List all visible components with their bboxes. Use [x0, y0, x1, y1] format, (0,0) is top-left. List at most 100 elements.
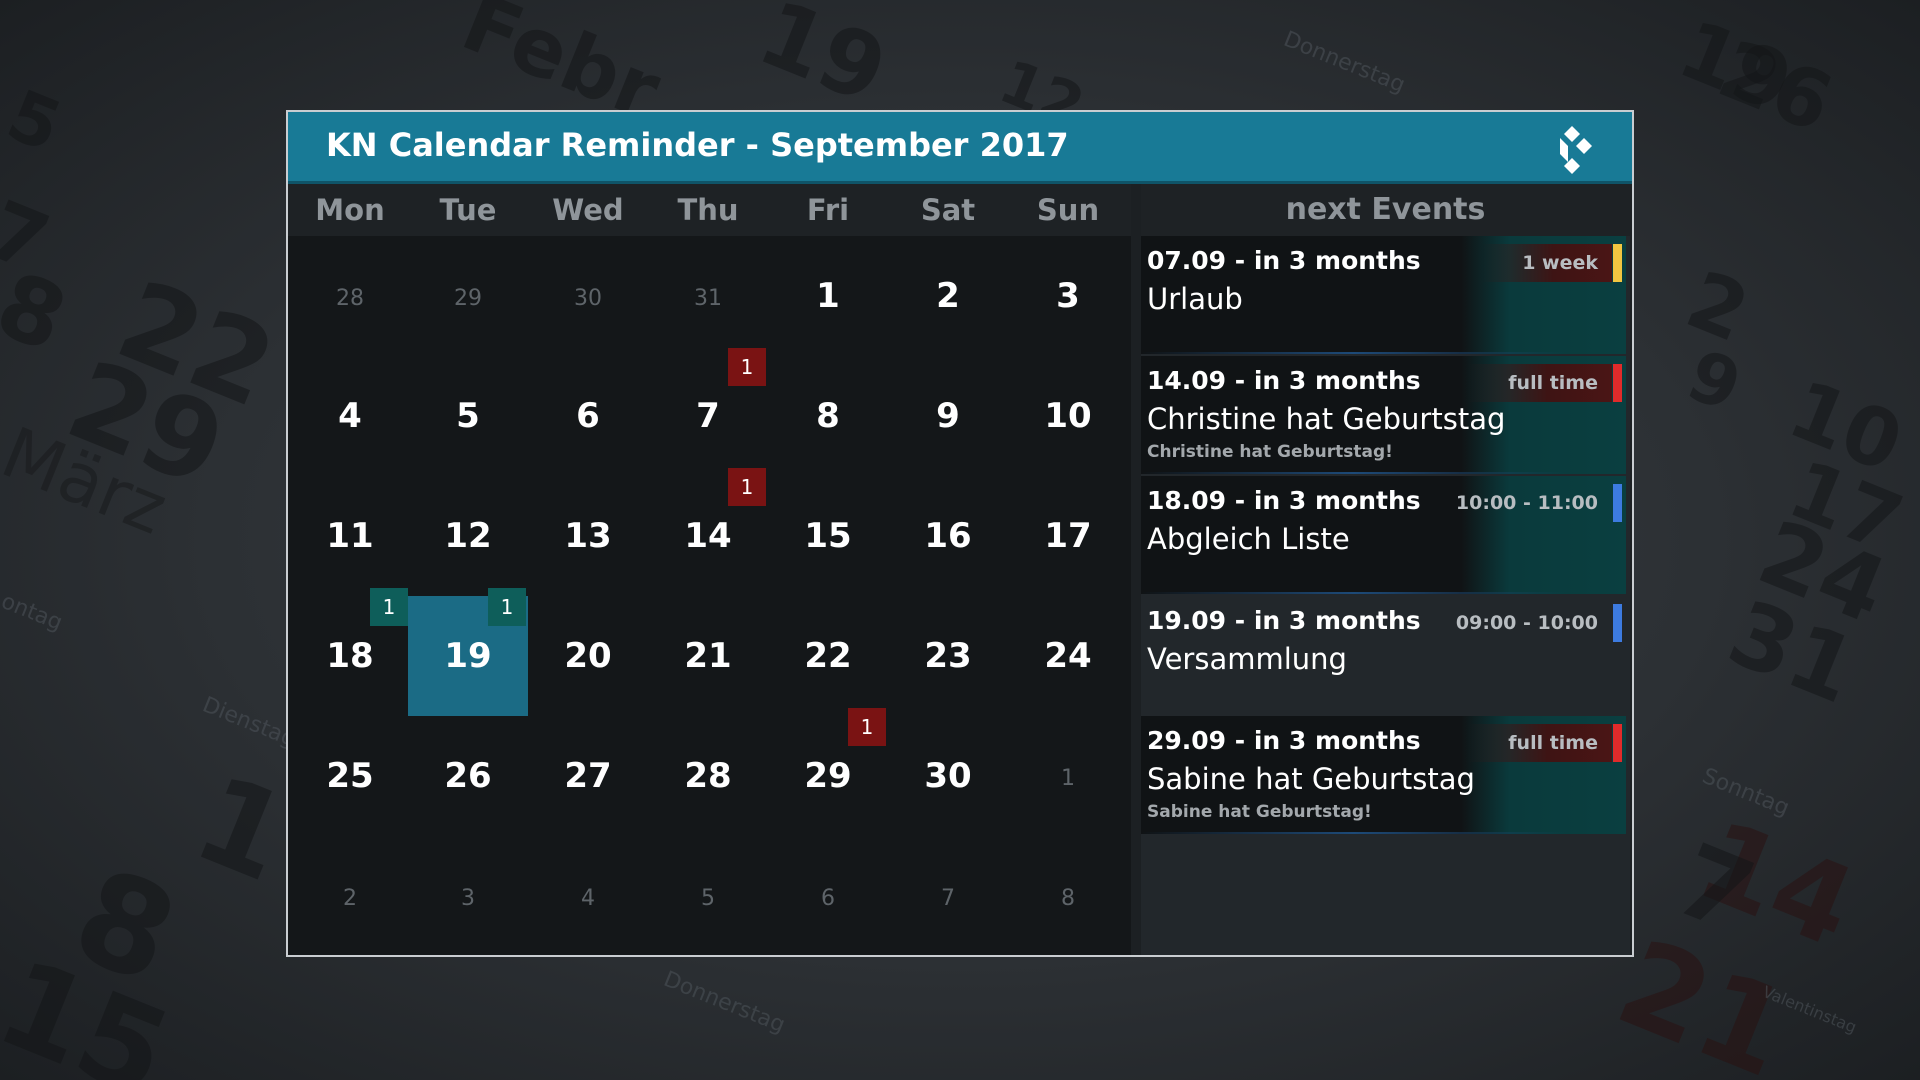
day-number: 16: [924, 516, 972, 556]
event-item[interactable]: 18.09 - in 3 months Abgleich Liste 10:00 -…: [1141, 476, 1626, 594]
day-cell[interactable]: 8: [1008, 836, 1128, 956]
event-separator: [1141, 352, 1566, 354]
day-cell[interactable]: 8: [768, 356, 888, 476]
day-cell[interactable]: 27: [528, 716, 648, 836]
day-cell-today[interactable]: 19 1: [408, 588, 528, 716]
day-cell[interactable]: 28: [648, 716, 768, 836]
day-number: 4: [338, 396, 362, 436]
calendar-dialog: KN Calendar Reminder - September 2017 Mo…: [286, 110, 1634, 957]
day-cell[interactable]: 5: [408, 356, 528, 476]
day-cell[interactable]: 2: [290, 836, 410, 956]
event-date: 19.09 - in 3 months: [1147, 606, 1421, 635]
next-events-panel: next Events 07.09 - in 3 months Urlaub 1 w…: [1141, 184, 1630, 955]
day-number: 15: [804, 516, 852, 556]
event-color-bar: [1613, 244, 1622, 282]
day-cell[interactable]: 2: [888, 236, 1008, 356]
event-separator: [1141, 592, 1566, 594]
day-cell[interactable]: 18 1: [290, 588, 410, 716]
day-number: 2: [343, 886, 357, 911]
day-number: 11: [326, 516, 374, 556]
day-cell[interactable]: 1: [1008, 716, 1128, 836]
day-cell[interactable]: 4: [290, 356, 410, 476]
event-date: 29.09 - in 3 months: [1147, 726, 1421, 755]
event-count-badge: 1: [728, 468, 766, 506]
day-number: 29: [804, 756, 852, 796]
day-number: 20: [564, 636, 612, 676]
event-item[interactable]: 07.09 - in 3 months Urlaub 1 week: [1141, 236, 1626, 354]
day-cell[interactable]: 3: [1008, 236, 1128, 356]
day-number: 13: [564, 516, 612, 556]
day-cell[interactable]: 1: [768, 236, 888, 356]
weekday-label: Wed: [552, 193, 624, 227]
day-number: 9: [936, 396, 960, 436]
day-cell[interactable]: 12: [408, 476, 528, 596]
day-cell[interactable]: 26: [408, 716, 528, 836]
day-cell[interactable]: 22: [768, 596, 888, 716]
weekday-label: Tue: [439, 193, 497, 227]
day-number: 29: [454, 286, 482, 311]
day-cell[interactable]: 30: [888, 716, 1008, 836]
day-cell[interactable]: 23: [888, 596, 1008, 716]
event-description: Christine hat Geburtstag!: [1147, 442, 1393, 462]
day-cell[interactable]: 6: [528, 356, 648, 476]
weekday-label: Sat: [920, 193, 976, 227]
event-item[interactable]: 19.09 - in 3 months Versammlung 09:00 - 10…: [1141, 596, 1626, 714]
day-cell[interactable]: 15: [768, 476, 888, 596]
day-cell[interactable]: 21: [648, 596, 768, 716]
event-item[interactable]: 29.09 - in 3 months Sabine hat Geburtstag…: [1141, 716, 1626, 834]
event-date: 14.09 - in 3 months: [1147, 366, 1421, 395]
day-cell[interactable]: 9: [888, 356, 1008, 476]
event-color-bar: [1613, 364, 1622, 402]
event-count-badge: 1: [488, 588, 526, 626]
event-title: Urlaub: [1147, 282, 1243, 316]
day-number: 26: [444, 756, 492, 796]
day-number: 24: [1044, 636, 1092, 676]
day-cell[interactable]: 5: [648, 836, 768, 956]
day-number: 30: [924, 756, 972, 796]
day-cell[interactable]: 14 1: [648, 468, 768, 596]
day-cell[interactable]: 29: [408, 236, 528, 356]
day-cell[interactable]: 13: [528, 476, 648, 596]
event-duration-label: 09:00 - 10:00: [1455, 612, 1598, 634]
day-number: 1: [816, 276, 840, 316]
day-cell[interactable]: 16: [888, 476, 1008, 596]
event-date: 07.09 - in 3 months: [1147, 246, 1421, 275]
day-cell[interactable]: 17: [1008, 476, 1128, 596]
day-cell[interactable]: 10: [1008, 356, 1128, 476]
month-grid: Mon Tue Wed Thu Fri Sat Sun 28 29 30 31 1 2 3 4 5 6 7 1 8 9…: [288, 184, 1131, 955]
day-number: 19: [444, 636, 492, 676]
day-number: 23: [924, 636, 972, 676]
event-color-bar: [1613, 604, 1622, 642]
day-cell[interactable]: 4: [528, 836, 648, 956]
day-number: 7: [696, 396, 720, 436]
day-cell[interactable]: 71: [648, 348, 768, 476]
day-cell[interactable]: 28: [290, 236, 410, 356]
day-number: 30: [574, 286, 602, 311]
day-cell[interactable]: 6: [768, 836, 888, 956]
day-cell[interactable]: 24: [1008, 596, 1128, 716]
day-cell[interactable]: 29 1: [768, 708, 888, 836]
weekday-label: Mon: [315, 193, 385, 227]
day-number: 3: [1056, 276, 1080, 316]
day-number: 12: [444, 516, 492, 556]
day-number: 5: [456, 396, 480, 436]
day-number: 6: [821, 886, 835, 911]
day-cell[interactable]: 3: [408, 836, 528, 956]
day-number: 28: [336, 286, 364, 311]
day-cell[interactable]: 31: [648, 236, 768, 356]
event-duration-label: full time: [1468, 364, 1612, 402]
window-title: KN Calendar Reminder - September 2017: [326, 126, 1069, 164]
event-item[interactable]: 14.09 - in 3 months Christine hat Geburts…: [1141, 356, 1626, 474]
day-cell[interactable]: 20: [528, 596, 648, 716]
day-number: 6: [576, 396, 600, 436]
day-cell[interactable]: 30: [528, 236, 648, 356]
day-number: 28: [684, 756, 732, 796]
day-number: 17: [1044, 516, 1092, 556]
day-cell[interactable]: 7: [888, 836, 1008, 956]
day-cell[interactable]: 11: [290, 476, 410, 596]
day-cell[interactable]: 25: [290, 716, 410, 836]
event-title: Versammlung: [1147, 642, 1347, 676]
event-color-bar: [1613, 484, 1622, 522]
event-title: Abgleich Liste: [1147, 522, 1350, 556]
day-number: 7: [941, 886, 955, 911]
